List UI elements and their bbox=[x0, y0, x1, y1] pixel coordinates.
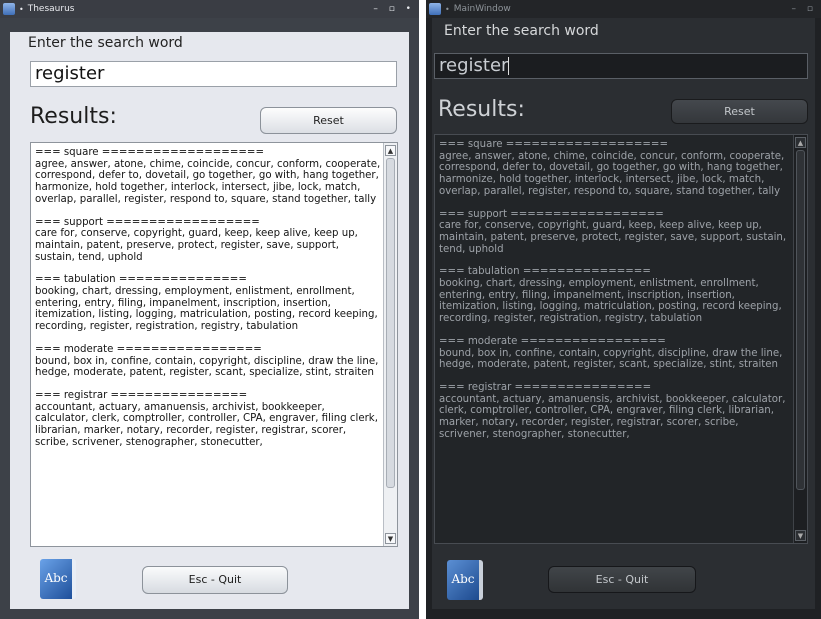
scrollbar-thumb[interactable] bbox=[796, 150, 805, 490]
entry-header: === registrar ================ bbox=[35, 389, 248, 401]
app-icon bbox=[429, 3, 441, 15]
vertical-scrollbar[interactable]: ▲ ▼ bbox=[793, 135, 807, 543]
window-title: MainWindow bbox=[453, 4, 511, 14]
result-entry: === tabulation =============== booking, … bbox=[439, 266, 791, 325]
result-entry: === moderate ================= bound, bo… bbox=[35, 344, 381, 379]
entry-synonyms: care for, conserve, copyright, guard, ke… bbox=[439, 220, 787, 255]
results-heading: Results: bbox=[30, 104, 117, 129]
scroll-up-arrow-icon[interactable]: ▲ bbox=[385, 145, 396, 156]
reset-button[interactable]: Reset bbox=[260, 107, 397, 134]
entry-header: === square =================== bbox=[35, 147, 264, 158]
title-bar[interactable]: • MainWindow – ▫ bbox=[426, 0, 821, 18]
search-prompt-label: Enter the search word bbox=[28, 35, 183, 51]
title-bar[interactable]: • Thesaurus – ▫ • bbox=[0, 0, 419, 18]
entry-header: === registrar ================ bbox=[439, 381, 652, 393]
entry-synonyms: accountant, actuary, amanuensis, archivi… bbox=[439, 393, 786, 440]
result-entry: === tabulation =============== booking, … bbox=[35, 274, 381, 333]
window-title: Thesaurus bbox=[27, 4, 75, 14]
entry-synonyms: bound, box in, confine, contain, copyrig… bbox=[35, 355, 379, 379]
quit-button[interactable]: Esc - Quit bbox=[548, 566, 696, 593]
vertical-scrollbar[interactable]: ▲ ▼ bbox=[383, 143, 397, 546]
scroll-down-arrow-icon[interactable]: ▼ bbox=[385, 533, 396, 544]
results-text-area[interactable]: === square =================== agree, an… bbox=[30, 142, 398, 547]
results-list: === square =================== agree, an… bbox=[31, 143, 381, 448]
search-input[interactable]: register bbox=[434, 53, 808, 79]
result-entry: === registrar ================ accountan… bbox=[35, 390, 381, 449]
pin-dot-icon: • bbox=[445, 4, 450, 14]
entry-header: === moderate ================= bbox=[35, 343, 262, 355]
search-prompt-label: Enter the search word bbox=[444, 23, 599, 39]
results-list: === square =================== agree, an… bbox=[435, 135, 791, 440]
thesaurus-window-light: • Thesaurus – ▫ • Enter the search word … bbox=[0, 0, 419, 619]
entry-header: === support ================== bbox=[439, 208, 664, 220]
entry-synonyms: booking, chart, dressing, employment, en… bbox=[35, 286, 378, 333]
results-heading: Results: bbox=[438, 97, 525, 122]
result-entry: === moderate ================= bound, bo… bbox=[439, 336, 791, 371]
search-input-value: register bbox=[439, 55, 509, 76]
window-controls[interactable]: – ▫ • bbox=[373, 4, 415, 14]
entry-header: === moderate ================= bbox=[439, 335, 666, 347]
text-cursor bbox=[508, 57, 510, 75]
entry-header: === tabulation =============== bbox=[439, 266, 651, 278]
app-icon bbox=[3, 3, 15, 15]
entry-header: === tabulation =============== bbox=[35, 274, 247, 286]
window-controls[interactable]: – ▫ bbox=[792, 4, 817, 14]
quit-button[interactable]: Esc - Quit bbox=[142, 566, 288, 594]
pin-dot-icon: • bbox=[19, 4, 24, 14]
entry-synonyms: bound, box in, confine, contain, copyrig… bbox=[439, 347, 783, 371]
result-entry: === registrar ================ accountan… bbox=[439, 382, 791, 441]
scroll-up-arrow-icon[interactable]: ▲ bbox=[795, 137, 806, 148]
result-entry: === support ================== care for,… bbox=[35, 217, 381, 264]
entry-synonyms: care for, conserve, copyright, guard, ke… bbox=[35, 228, 358, 263]
search-input-value: register bbox=[35, 63, 105, 84]
entry-synonyms: agree, answer, atone, chime, coincide, c… bbox=[35, 158, 381, 205]
search-input[interactable]: register bbox=[30, 61, 397, 87]
entry-header: === square =================== bbox=[439, 139, 668, 150]
entry-synonyms: agree, answer, atone, chime, coincide, c… bbox=[439, 150, 785, 197]
dictionary-book-icon: Abc bbox=[40, 559, 76, 599]
result-entry: === support ================== care for,… bbox=[439, 209, 791, 256]
results-text-area[interactable]: === square =================== agree, an… bbox=[434, 134, 808, 544]
dictionary-book-icon: Abc bbox=[447, 560, 483, 600]
entry-header: === support ================== bbox=[35, 216, 260, 228]
result-entry: === square =================== agree, an… bbox=[439, 139, 791, 198]
reset-button[interactable]: Reset bbox=[671, 99, 808, 124]
scrollbar-thumb[interactable] bbox=[386, 158, 395, 488]
result-entry: === square =================== agree, an… bbox=[35, 147, 381, 206]
scroll-down-arrow-icon[interactable]: ▼ bbox=[795, 530, 806, 541]
entry-synonyms: accountant, actuary, amanuensis, archivi… bbox=[35, 401, 378, 448]
entry-synonyms: booking, chart, dressing, employment, en… bbox=[439, 278, 782, 325]
